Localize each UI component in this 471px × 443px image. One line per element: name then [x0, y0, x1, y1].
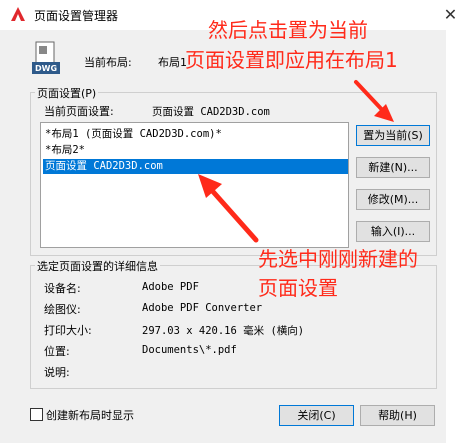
arrow-to-selected-item-icon [198, 174, 259, 243]
arrow-to-set-current-icon [354, 80, 394, 122]
annotation-arrows [198, 80, 394, 243]
